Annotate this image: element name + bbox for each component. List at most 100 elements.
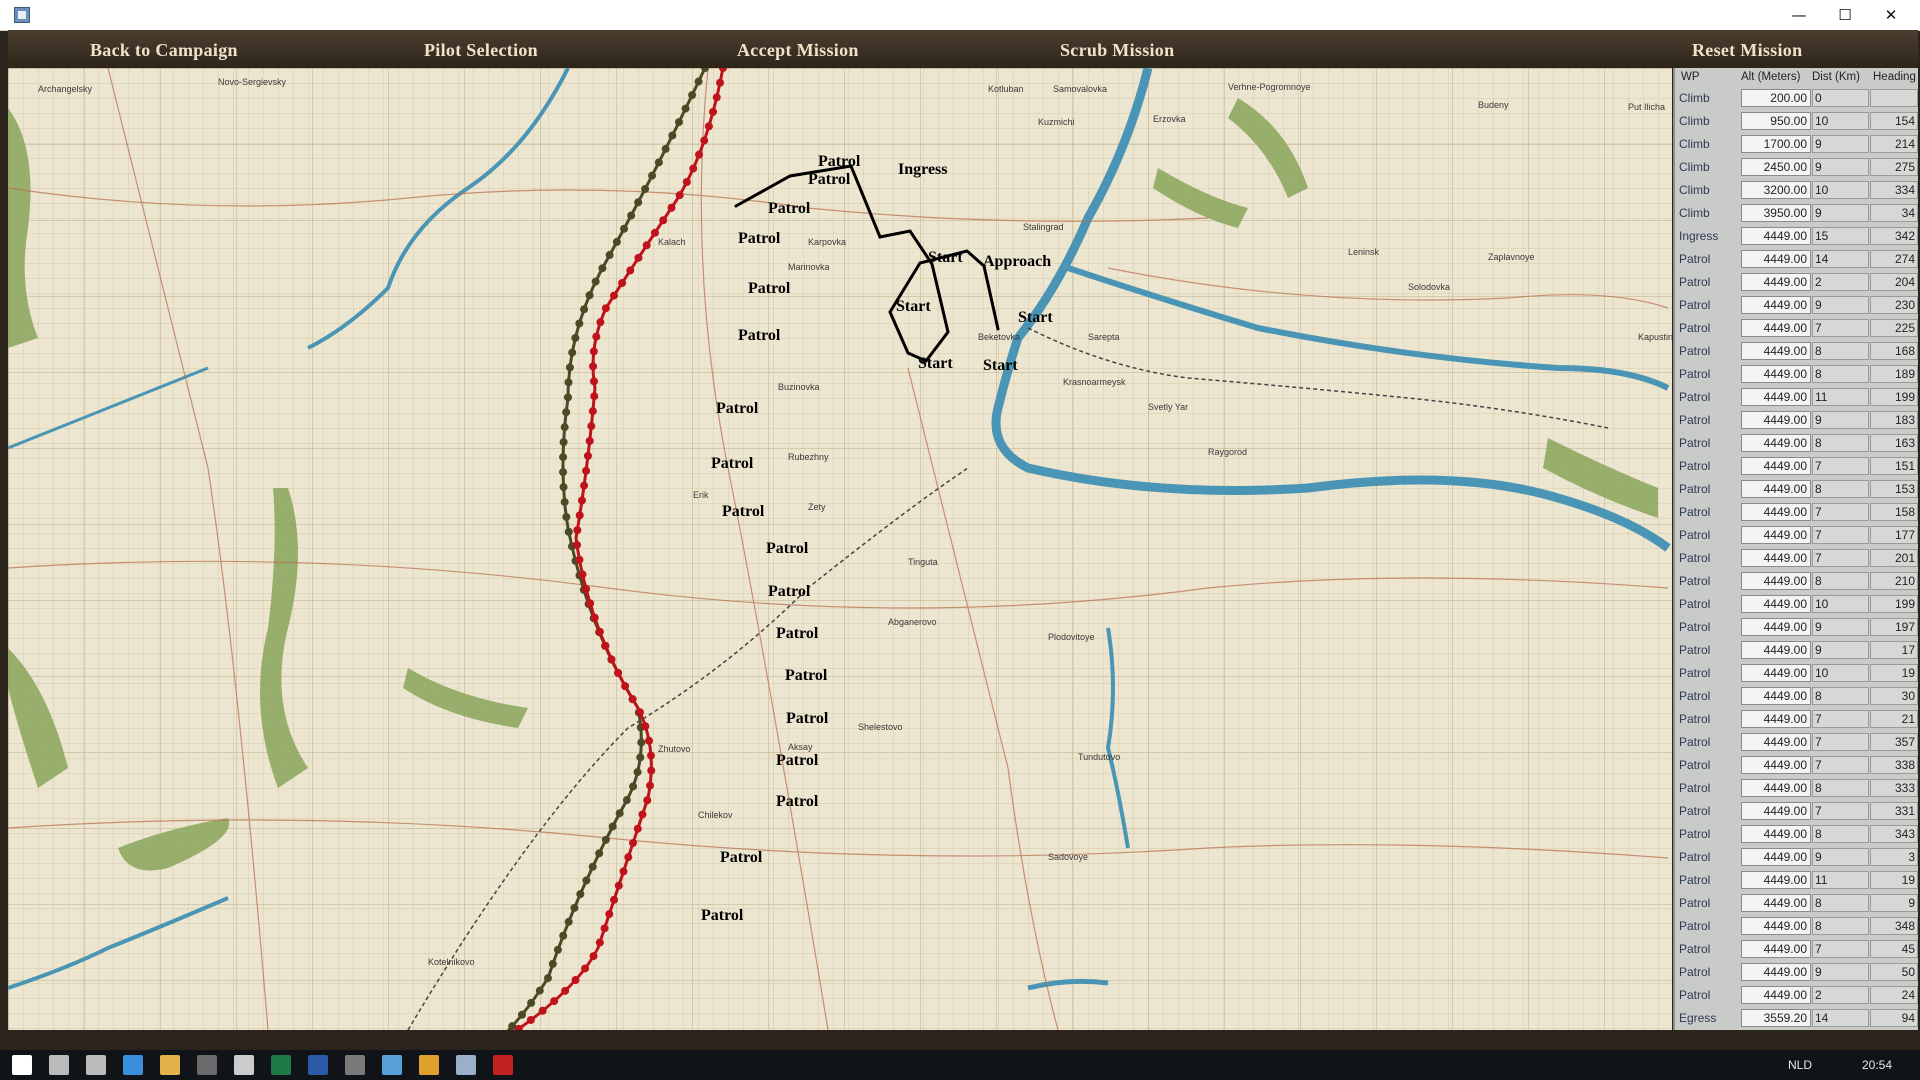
altitude-field[interactable]: 4449.00 bbox=[1741, 733, 1811, 751]
waypoint-row[interactable]: Patrol 4449.00 2 24 bbox=[1675, 984, 1920, 1007]
map-canvas[interactable]: Archangelsky Novo-Sergievsky Kotluban Samov… bbox=[8, 68, 1672, 1030]
altitude-field[interactable]: 4449.00 bbox=[1741, 388, 1811, 406]
altitude-field[interactable]: 4449.00 bbox=[1741, 963, 1811, 981]
waypoint-row[interactable]: Patrol 4449.00 2 204 bbox=[1675, 271, 1920, 294]
altitude-field[interactable]: 4449.00 bbox=[1741, 549, 1811, 567]
altitude-field[interactable]: 4449.00 bbox=[1741, 526, 1811, 544]
altitude-field[interactable]: 4449.00 bbox=[1741, 802, 1811, 820]
altitude-field[interactable]: 3950.00 bbox=[1741, 204, 1811, 222]
accept-mission-button[interactable]: Accept Mission bbox=[737, 30, 859, 68]
altitude-field[interactable]: 4449.00 bbox=[1741, 825, 1811, 843]
waypoint-row[interactable]: Patrol 4449.00 8 153 bbox=[1675, 478, 1920, 501]
waypoint-row[interactable]: Patrol 4449.00 7 21 bbox=[1675, 708, 1920, 731]
altitude-field[interactable]: 4449.00 bbox=[1741, 664, 1811, 682]
altitude-field[interactable]: 4449.00 bbox=[1741, 687, 1811, 705]
waypoint-row[interactable]: Patrol 4449.00 9 230 bbox=[1675, 294, 1920, 317]
altitude-field[interactable]: 4449.00 bbox=[1741, 296, 1811, 314]
minimize-button[interactable]: — bbox=[1776, 0, 1822, 30]
windows-start-icon[interactable] bbox=[12, 1055, 32, 1075]
altitude-field[interactable]: 3200.00 bbox=[1741, 181, 1811, 199]
altitude-field[interactable]: 200.00 bbox=[1741, 89, 1811, 107]
waypoint-row[interactable]: Patrol 4449.00 7 151 bbox=[1675, 455, 1920, 478]
waypoint-row[interactable]: Patrol 4449.00 8 348 bbox=[1675, 915, 1920, 938]
altitude-field[interactable]: 2450.00 bbox=[1741, 158, 1811, 176]
waypoint-row[interactable]: Patrol 4449.00 11 19 bbox=[1675, 869, 1920, 892]
close-button[interactable]: ✕ bbox=[1868, 0, 1914, 30]
waypoint-row[interactable]: Climb 1700.00 9 214 bbox=[1675, 133, 1920, 156]
chrome-icon[interactable] bbox=[419, 1055, 439, 1075]
altitude-field[interactable]: 4449.00 bbox=[1741, 572, 1811, 590]
waypoint-row[interactable]: Patrol 4449.00 8 9 bbox=[1675, 892, 1920, 915]
altitude-field[interactable]: 4449.00 bbox=[1741, 917, 1811, 935]
waypoint-row[interactable]: Patrol 4449.00 8 30 bbox=[1675, 685, 1920, 708]
store-icon[interactable] bbox=[197, 1055, 217, 1075]
waypoint-row[interactable]: Patrol 4449.00 9 3 bbox=[1675, 846, 1920, 869]
altitude-field[interactable]: 4449.00 bbox=[1741, 779, 1811, 797]
language-indicator[interactable]: NLD bbox=[1788, 1058, 1812, 1072]
altitude-field[interactable]: 4449.00 bbox=[1741, 618, 1811, 636]
back-to-campaign-button[interactable]: Back to Campaign bbox=[90, 30, 238, 68]
waypoint-row[interactable]: Patrol 4449.00 9 183 bbox=[1675, 409, 1920, 432]
altitude-field[interactable]: 4449.00 bbox=[1741, 756, 1811, 774]
altitude-field[interactable]: 4449.00 bbox=[1741, 342, 1811, 360]
altitude-field[interactable]: 4449.00 bbox=[1741, 986, 1811, 1004]
reset-mission-button[interactable]: Reset Mission bbox=[1692, 30, 1802, 68]
word-icon[interactable] bbox=[308, 1055, 328, 1075]
mission-map[interactable]: Archangelsky Novo-Sergievsky Kotluban Samov… bbox=[8, 68, 1672, 1030]
clock[interactable]: 20:54 bbox=[1862, 1058, 1892, 1072]
waypoint-row[interactable]: Patrol 4449.00 7 45 bbox=[1675, 938, 1920, 961]
waypoint-row[interactable]: Patrol 4449.00 8 333 bbox=[1675, 777, 1920, 800]
altitude-field[interactable]: 4449.00 bbox=[1741, 503, 1811, 521]
waypoint-row[interactable]: Patrol 4449.00 7 357 bbox=[1675, 731, 1920, 754]
edge-icon[interactable] bbox=[123, 1055, 143, 1075]
altitude-field[interactable]: 4449.00 bbox=[1741, 273, 1811, 291]
waypoint-row[interactable]: Egress 3559.20 14 94 bbox=[1675, 1007, 1920, 1030]
altitude-field[interactable]: 4449.00 bbox=[1741, 227, 1811, 245]
maximize-button[interactable]: ☐ bbox=[1822, 0, 1868, 30]
altitude-field[interactable]: 4449.00 bbox=[1741, 411, 1811, 429]
waypoint-row[interactable]: Patrol 4449.00 10 199 bbox=[1675, 593, 1920, 616]
altitude-field[interactable]: 4449.00 bbox=[1741, 434, 1811, 452]
altitude-field[interactable]: 4449.00 bbox=[1741, 480, 1811, 498]
active-app-icon[interactable] bbox=[456, 1055, 476, 1075]
pilot-selection-button[interactable]: Pilot Selection bbox=[424, 30, 538, 68]
waypoint-row[interactable]: Patrol 4449.00 7 177 bbox=[1675, 524, 1920, 547]
waypoint-row[interactable]: Patrol 4449.00 7 331 bbox=[1675, 800, 1920, 823]
waypoint-row[interactable]: Climb 2450.00 9 275 bbox=[1675, 156, 1920, 179]
app-icon[interactable] bbox=[382, 1055, 402, 1075]
altitude-field[interactable]: 4449.00 bbox=[1741, 710, 1811, 728]
game-icon[interactable] bbox=[345, 1055, 365, 1075]
star-app-icon[interactable] bbox=[493, 1055, 513, 1075]
waypoint-row[interactable]: Patrol 4449.00 9 17 bbox=[1675, 639, 1920, 662]
altitude-field[interactable]: 4449.00 bbox=[1741, 871, 1811, 889]
waypoint-row[interactable]: Patrol 4449.00 7 338 bbox=[1675, 754, 1920, 777]
scrub-mission-button[interactable]: Scrub Mission bbox=[1060, 30, 1174, 68]
altitude-field[interactable]: 4449.00 bbox=[1741, 457, 1811, 475]
waypoint-row[interactable]: Patrol 4449.00 11 199 bbox=[1675, 386, 1920, 409]
altitude-field[interactable]: 4449.00 bbox=[1741, 319, 1811, 337]
search-icon[interactable] bbox=[49, 1055, 69, 1075]
waypoint-row[interactable]: Ingress 4449.00 15 342 bbox=[1675, 225, 1920, 248]
waypoint-row[interactable]: Patrol 4449.00 7 225 bbox=[1675, 317, 1920, 340]
altitude-field[interactable]: 3559.20 bbox=[1741, 1009, 1811, 1027]
file-explorer-icon[interactable] bbox=[160, 1055, 180, 1075]
altitude-field[interactable]: 4449.00 bbox=[1741, 595, 1811, 613]
waypoint-row[interactable]: Patrol 4449.00 7 201 bbox=[1675, 547, 1920, 570]
waypoint-row[interactable]: Climb 3950.00 9 34 bbox=[1675, 202, 1920, 225]
altitude-field[interactable]: 4449.00 bbox=[1741, 940, 1811, 958]
altitude-field[interactable]: 1700.00 bbox=[1741, 135, 1811, 153]
altitude-field[interactable]: 950.00 bbox=[1741, 112, 1811, 130]
waypoint-row[interactable]: Patrol 4449.00 8 189 bbox=[1675, 363, 1920, 386]
waypoint-row[interactable]: Patrol 4449.00 14 274 bbox=[1675, 248, 1920, 271]
waypoint-row[interactable]: Patrol 4449.00 8 210 bbox=[1675, 570, 1920, 593]
altitude-field[interactable]: 4449.00 bbox=[1741, 848, 1811, 866]
waypoint-row[interactable]: Patrol 4449.00 9 197 bbox=[1675, 616, 1920, 639]
task-view-icon[interactable] bbox=[86, 1055, 106, 1075]
altitude-field[interactable]: 4449.00 bbox=[1741, 365, 1811, 383]
excel-icon[interactable] bbox=[271, 1055, 291, 1075]
calculator-icon[interactable] bbox=[234, 1055, 254, 1075]
waypoint-row[interactable]: Patrol 4449.00 8 343 bbox=[1675, 823, 1920, 846]
waypoint-row[interactable]: Patrol 4449.00 8 163 bbox=[1675, 432, 1920, 455]
waypoint-row[interactable]: Patrol 4449.00 7 158 bbox=[1675, 501, 1920, 524]
waypoint-row[interactable]: Patrol 4449.00 9 50 bbox=[1675, 961, 1920, 984]
